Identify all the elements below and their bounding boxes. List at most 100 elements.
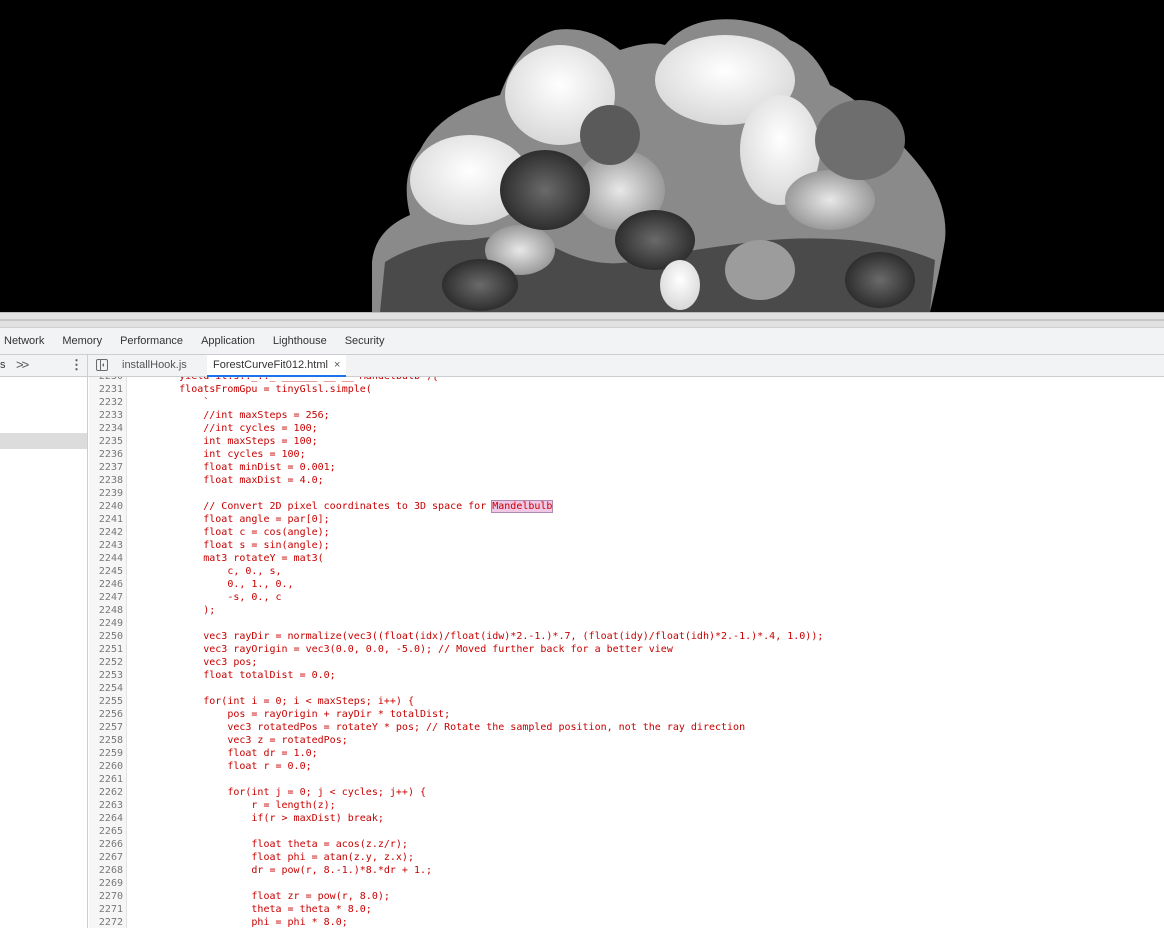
code-text-content: float r = 0.0; (131, 761, 312, 772)
line-number: 2248 (98, 605, 123, 616)
code-line: 2271 theta = theta * 8.0; (89, 903, 1164, 916)
code-text: c, 0., s, (131, 565, 282, 578)
navigator-tabbar: s >> ⋮ (0, 355, 88, 376)
code-line: 2253 float totalDist = 0.0; (89, 669, 1164, 682)
line-number: 2246 (98, 579, 123, 590)
code-text: r = length(z); (131, 799, 335, 812)
code-line: 2264 if(r > maxDist) break; (89, 812, 1164, 825)
line-number: 2243 (98, 540, 123, 551)
code-text-content: float phi = atan(z.y, z.x); (131, 852, 414, 863)
sidebar-toggle-icon[interactable] (96, 359, 108, 371)
code-text: -s, 0., c (131, 591, 281, 604)
code-text: //int maxSteps = 256; (131, 409, 329, 422)
code-text-content: float maxDist = 4.0; (131, 475, 324, 486)
code-line: 2233 //int maxSteps = 256; (89, 409, 1164, 422)
file-tab-installhook[interactable]: installHook.js (116, 355, 193, 376)
code-line: 2234 //int cycles = 100; (89, 422, 1164, 435)
code-text-content: phi = phi * 8.0; (131, 917, 348, 928)
code-line: 2259 float dr = 1.0; (89, 747, 1164, 760)
code-text: float theta = acos(z.z/r); (131, 838, 408, 851)
code-line: 2245 c, 0., s, (89, 565, 1164, 578)
line-number: 2245 (98, 566, 123, 577)
code-text: floatsFromGpu = tinyGlsl.simple( (131, 383, 372, 396)
code-text-content: float theta = acos(z.z/r); (131, 839, 408, 850)
code-text: // Convert 2D pixel coordinates to 3D sp… (131, 500, 554, 513)
tab-network[interactable]: Network (0, 328, 53, 354)
code-text-content: vec3 rayOrigin = vec3(0.0, 0.0, -5.0); /… (131, 644, 673, 655)
code-text: float angle = par[0]; (131, 513, 330, 526)
navigator-tab-truncated[interactable]: s (0, 359, 6, 371)
code-text: float phi = atan(z.y, z.x); (131, 851, 414, 864)
line-number: 2235 (98, 436, 123, 447)
code-lines: 2230 yield it.s.._.._ ______ __ __'Mande… (89, 377, 1164, 928)
code-text-content: float angle = par[0]; (131, 514, 330, 525)
code-line: 2272 phi = phi * 8.0; (89, 916, 1164, 928)
code-text: int cycles = 100; (131, 448, 305, 461)
code-text-content: theta = theta * 8.0; (131, 904, 372, 915)
code-text: dr = pow(r, 8.-1.)*8.*dr + 1.; (131, 864, 432, 877)
code-line: 2248 ); (89, 604, 1164, 617)
selected-tree-item[interactable] (0, 433, 87, 449)
code-text-content: float totalDist = 0.0; (131, 670, 336, 681)
chevron-double-right-icon[interactable]: >> (16, 357, 29, 372)
code-text: ` (131, 396, 209, 409)
code-text: float totalDist = 0.0; (131, 669, 336, 682)
file-tab-forestcurvefit[interactable]: ForestCurveFit012.html × (207, 355, 347, 377)
code-text-content: vec3 rayDir = normalize(vec3((float(idx)… (131, 631, 824, 642)
tab-lighthouse[interactable]: Lighthouse (264, 328, 336, 354)
code-editor[interactable]: 2230 yield it.s.._.._ ______ __ __'Mande… (89, 377, 1164, 928)
code-line: 2249 (89, 617, 1164, 630)
line-number: 2255 (98, 696, 123, 707)
code-line: 2269 (89, 877, 1164, 890)
tab-memory[interactable]: Memory (53, 328, 111, 354)
line-number: 2272 (98, 917, 123, 928)
code-text-content: pos = rayOrigin + rayDir * totalDist; (131, 709, 451, 720)
sources-toolbar: s >> ⋮ installHook.js ForestCurveFit012.… (0, 355, 1164, 377)
code-text: float zr = pow(r, 8.0); (131, 890, 390, 903)
line-number: 2256 (98, 709, 123, 720)
code-text-content: vec3 z = rotatedPos; (131, 735, 348, 746)
code-line: 2257 vec3 rotatedPos = rotateY * pos; //… (89, 721, 1164, 734)
devtools-resize-handle[interactable] (0, 312, 1164, 328)
code-text: float s = sin(angle); (131, 539, 329, 552)
code-text-content: for(int i = 0; i < maxSteps; i++) { (131, 696, 414, 707)
code-line: 2258 vec3 z = rotatedPos; (89, 734, 1164, 747)
code-line: 2232 ` (89, 396, 1164, 409)
resize-handle-grip (0, 319, 1164, 321)
line-number: 2269 (98, 878, 123, 889)
code-text: int maxSteps = 100; (131, 435, 318, 448)
line-number: 2247 (98, 592, 123, 603)
code-text: 0., 1., 0., (131, 578, 294, 591)
code-text-content: dr = pow(r, 8.-1.)*8.*dr + 1.; (131, 865, 433, 876)
line-number: 2260 (98, 761, 123, 772)
code-text-content: 0., 1., 0., (131, 579, 294, 590)
code-text-content: int maxSteps = 100; (131, 436, 318, 447)
code-line: 2265 (89, 825, 1164, 838)
code-text: ); (131, 604, 215, 617)
line-number: 2234 (98, 423, 123, 434)
file-navigator-panel[interactable] (0, 377, 88, 928)
tab-security[interactable]: Security (336, 328, 394, 354)
code-text-content: ` (131, 397, 210, 408)
tab-application[interactable]: Application (192, 328, 264, 354)
search-highlight: Mandelbulb (491, 500, 554, 513)
code-line: 2240 // Convert 2D pixel coordinates to … (89, 500, 1164, 513)
code-text: vec3 z = rotatedPos; (131, 734, 348, 747)
code-line: 2266 float theta = acos(z.z/r); (89, 838, 1164, 851)
code-text-content: ); (131, 605, 216, 616)
line-number: 2231 (98, 384, 123, 395)
code-text: phi = phi * 8.0; (131, 916, 348, 928)
code-line: 2270 float zr = pow(r, 8.0); (89, 890, 1164, 903)
code-line: 2235 int maxSteps = 100; (89, 435, 1164, 448)
code-text-content: c, 0., s, (131, 566, 282, 577)
code-text: mat3 rotateY = mat3( (131, 552, 323, 565)
line-number: 2238 (98, 475, 123, 486)
kebab-menu-icon[interactable]: ⋮ (70, 357, 83, 373)
code-line: 2255 for(int i = 0; i < maxSteps; i++) { (89, 695, 1164, 708)
code-text: float minDist = 0.001; (131, 461, 335, 474)
close-icon[interactable]: × (334, 359, 340, 371)
code-text-content: float zr = pow(r, 8.0); (131, 891, 390, 902)
code-line: 2238 float maxDist = 4.0; (89, 474, 1164, 487)
tab-performance[interactable]: Performance (111, 328, 192, 354)
code-line: 2260 float r = 0.0; (89, 760, 1164, 773)
